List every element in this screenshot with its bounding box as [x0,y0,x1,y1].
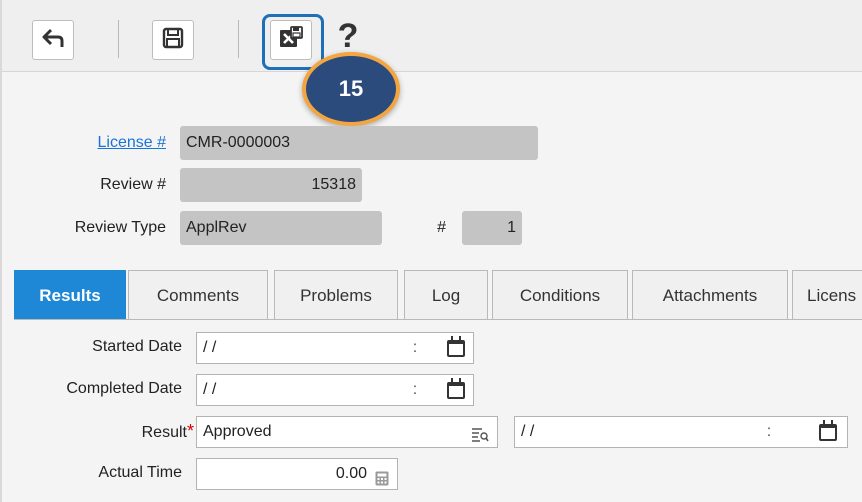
result-date-input[interactable]: / / : [514,416,848,448]
review-panel: ? 15 License # CMR-0000003 Review # 1531… [0,0,862,502]
undo-button[interactable] [32,20,74,60]
step-highlight-frame [262,14,324,70]
review-field: 15318 [180,168,362,202]
started-date-input[interactable]: / / : [196,332,474,364]
license-label: License # [22,134,167,152]
completed-date-input[interactable]: / / : [196,374,474,406]
tab-conditions[interactable]: Conditions [492,270,628,320]
lookup-icon[interactable] [471,424,489,454]
completed-date-label: Completed Date [66,380,182,397]
calendar-icon[interactable] [447,378,465,399]
result-label: Result [141,424,187,441]
started-date-value: / / [203,339,217,356]
toolbar-separator [118,20,119,58]
result-label-group: Result* [2,421,194,442]
tab-strip: Results Comments Problems Log Conditions… [14,270,862,320]
actual-time-label: Actual Time [98,464,182,481]
required-marker: * [186,421,194,441]
toolbar: ? [2,0,862,72]
completed-time-value[interactable]: : [401,375,429,405]
calendar-icon[interactable] [819,420,837,441]
tab-results[interactable]: Results [14,270,126,320]
started-time-value[interactable]: : [401,333,429,363]
tab-problems[interactable]: Problems [274,270,398,320]
floppy-disk-icon [162,27,184,54]
actual-time-value: 0.00 [335,465,367,482]
tab-licens[interactable]: Licens [792,270,862,320]
tab-attachments[interactable]: Attachments [632,270,788,320]
review-label: Review # [100,176,166,193]
sequence-label: # [437,219,446,236]
result-input[interactable]: Approved [196,416,498,448]
tab-comments[interactable]: Comments [128,270,268,320]
tab-log[interactable]: Log [404,270,488,320]
review-type-label: Review Type [74,219,166,236]
review-type-field: ApplRev [180,211,382,245]
step-badge: 15 [302,52,400,126]
help-button[interactable]: ? [328,18,368,54]
toolbar-separator [238,20,239,58]
started-date-label: Started Date [92,338,182,355]
save-button[interactable] [152,20,194,60]
result-value: Approved [203,423,272,440]
license-field: CMR-0000003 [180,126,538,160]
actual-time-input[interactable]: 0.00 [196,458,398,490]
calculator-icon[interactable] [375,467,389,497]
calendar-icon[interactable] [447,336,465,357]
license-link[interactable]: License # [98,134,167,151]
result-date-value: / / [521,423,535,440]
sequence-field: 1 [462,211,522,245]
completed-date-value: / / [203,381,217,398]
undo-arrow-icon [41,27,65,54]
result-time-value[interactable]: : [755,417,783,447]
